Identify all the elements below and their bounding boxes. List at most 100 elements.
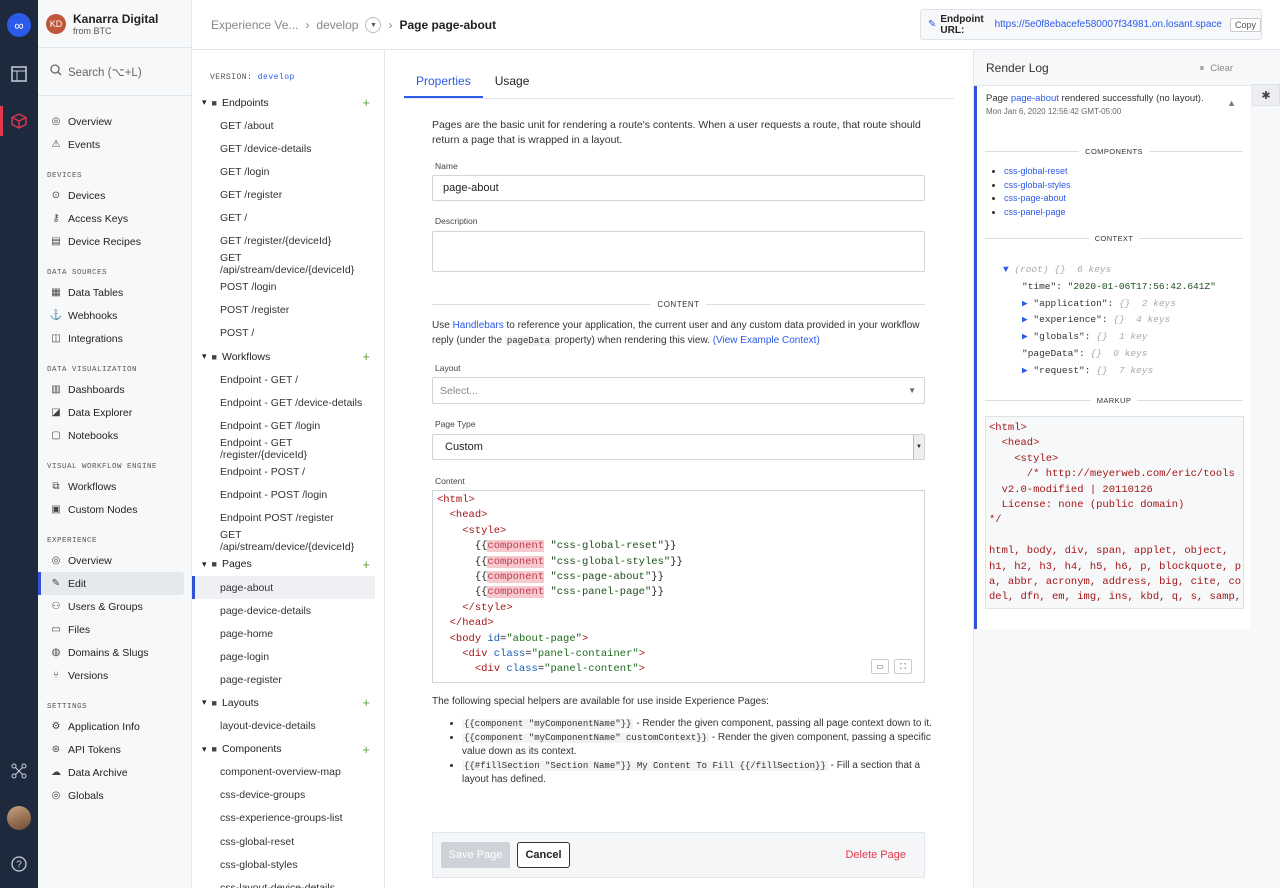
nav-item-overview[interactable]: ◎ Overview: [38, 549, 184, 572]
tree-item[interactable]: css-global-styles: [192, 853, 375, 876]
nav-item-data-archive[interactable]: ☁ Data Archive: [38, 761, 184, 784]
tree-item[interactable]: page-device-details: [192, 599, 375, 622]
collapse-icon[interactable]: ▲: [1227, 98, 1236, 108]
fullscreen-icon[interactable]: ⛶: [894, 659, 912, 674]
tree-item[interactable]: css-experience-groups-list: [192, 807, 375, 830]
nav-item-files[interactable]: ▭ Files: [38, 618, 184, 641]
tree-item[interactable]: GET /login: [192, 160, 375, 183]
tree-item[interactable]: POST /: [192, 322, 375, 345]
tree-folder-workflows[interactable]: ▾ ■ Workflows +: [192, 345, 384, 368]
dashboard-app-icon[interactable]: [0, 55, 38, 93]
component-link[interactable]: css-panel-page: [1004, 207, 1066, 217]
tree-folder-layouts[interactable]: ▾ ■ Layouts +: [192, 691, 384, 714]
tree-item[interactable]: POST /login: [192, 276, 375, 299]
delete-page-button[interactable]: Delete Page: [845, 849, 906, 861]
tree-item[interactable]: layout-device-details: [192, 715, 375, 738]
losant-logo-icon[interactable]: ∞: [0, 6, 38, 44]
add-icon[interactable]: +: [362, 742, 370, 757]
expand-arrow-icon[interactable]: ▶: [1022, 298, 1033, 309]
component-link[interactable]: css-global-reset: [1004, 166, 1068, 176]
expand-arrow-icon[interactable]: ▶: [1022, 331, 1033, 342]
nav-item-integrations[interactable]: ◫ Integrations: [38, 327, 184, 350]
component-link[interactable]: css-global-styles: [1004, 180, 1071, 190]
nav-item-globals[interactable]: ◎ Globals: [38, 784, 184, 807]
layout-select[interactable]: Select... ▼: [432, 377, 925, 404]
tree-item[interactable]: css-device-groups: [192, 784, 375, 807]
nav-item-application-info[interactable]: ⚙ Application Info: [38, 715, 184, 738]
nav-item-api-tokens[interactable]: ⊛ API Tokens: [38, 738, 184, 761]
tree-item[interactable]: POST /register: [192, 299, 375, 322]
description-textarea[interactable]: [432, 231, 925, 272]
tree-item[interactable]: GET /about: [192, 114, 375, 137]
nav-item-data-explorer[interactable]: ◪ Data Explorer: [38, 401, 184, 424]
tree-item[interactable]: GET /device-details: [192, 137, 375, 160]
component-link[interactable]: css-page-about: [1004, 193, 1066, 203]
caret-down-icon[interactable]: ▾: [202, 97, 207, 108]
expand-arrow-icon[interactable]: ▶: [1022, 365, 1033, 376]
context-row[interactable]: ▼ (root) {} 6 keys: [1003, 262, 1216, 279]
tree-item[interactable]: GET /api/stream/device/{deviceId}: [192, 252, 375, 276]
nav-item-webhooks[interactable]: ⚓ Webhooks: [38, 304, 184, 327]
copy-button[interactable]: Copy: [1229, 17, 1261, 32]
tree-item[interactable]: Endpoint POST /register: [192, 507, 375, 530]
nav-item-data-tables[interactable]: ▦ Data Tables: [38, 281, 184, 304]
nav-item-notebooks[interactable]: ▢ Notebooks: [38, 424, 184, 447]
caret-down-icon[interactable]: ▾: [202, 351, 207, 362]
tab-properties[interactable]: Properties: [404, 66, 483, 98]
tree-item[interactable]: Endpoint - GET /device-details: [192, 391, 375, 414]
nav-item-events[interactable]: ⚠ Events: [38, 133, 184, 156]
nav-item-users-groups[interactable]: ⚇ Users & Groups: [38, 595, 184, 618]
content-code-editor[interactable]: <html> <head> <style> {{component "css-g…: [432, 490, 925, 683]
add-icon[interactable]: +: [362, 95, 370, 110]
network-icon[interactable]: [0, 752, 38, 790]
tree-item[interactable]: GET /register/{deviceId}: [192, 230, 375, 253]
tree-folder-endpoints[interactable]: ▾ ■ Endpoints +: [192, 91, 384, 114]
name-input[interactable]: page-about: [432, 175, 925, 201]
tree-item[interactable]: Endpoint - GET /: [192, 368, 375, 391]
nav-item-custom-nodes[interactable]: ▣ Custom Nodes: [38, 498, 184, 521]
caret-down-icon[interactable]: ▾: [202, 697, 207, 708]
nav-item-devices[interactable]: ⊙ Devices: [38, 184, 184, 207]
nav-item-device-recipes[interactable]: ▤ Device Recipes: [38, 230, 184, 253]
application-cube-icon[interactable]: [0, 102, 38, 140]
tree-item[interactable]: css-global-reset: [192, 830, 375, 853]
nav-item-overview[interactable]: ◎ Overview: [38, 110, 184, 133]
expand-arrow-icon[interactable]: ▼: [1003, 264, 1014, 275]
help-icon[interactable]: ?: [0, 845, 38, 883]
page-type-select[interactable]: Custom ▼: [432, 434, 925, 460]
tree-folder-components[interactable]: ▾ ■ Components +: [192, 738, 384, 761]
nav-item-versions[interactable]: ⑂ Versions: [38, 664, 184, 687]
entry-page-link[interactable]: page-about: [1011, 93, 1059, 104]
add-icon[interactable]: +: [362, 695, 370, 710]
add-icon[interactable]: +: [362, 557, 370, 572]
tree-item[interactable]: GET /: [192, 206, 375, 229]
tree-folder-pages[interactable]: ▾ ■ Pages +: [192, 553, 384, 576]
version-value[interactable]: develop: [258, 73, 295, 82]
nav-item-edit[interactable]: ✎ Edit: [38, 572, 184, 595]
tree-item[interactable]: GET /register: [192, 183, 375, 206]
tree-item[interactable]: Endpoint - POST /login: [192, 484, 375, 507]
context-row[interactable]: ▶ "globals": {} 1 key: [1003, 329, 1216, 346]
branch-dropdown-icon[interactable]: ▼: [365, 17, 382, 33]
tree-item[interactable]: page-about: [192, 575, 375, 600]
tree-item[interactable]: css-layout-device-details: [192, 876, 375, 888]
context-row[interactable]: ▶ "application": {} 2 keys: [1003, 296, 1216, 313]
clear-log-button[interactable]: ⏸ Clear: [1200, 63, 1233, 74]
handlebars-link[interactable]: Handlebars: [453, 320, 504, 331]
view-example-context-link[interactable]: (View Example Context): [713, 335, 820, 346]
debug-bug-icon[interactable]: ✱: [1252, 84, 1280, 106]
context-row[interactable]: ▶ "request": {} 7 keys: [1003, 363, 1216, 380]
tree-item[interactable]: Endpoint - GET /register/{deviceId}: [192, 437, 375, 461]
tree-item[interactable]: page-register: [192, 668, 375, 691]
tree-item[interactable]: page-home: [192, 622, 375, 645]
folder-icon[interactable]: ▭: [871, 659, 889, 674]
pause-icon[interactable]: ⏸: [1200, 63, 1205, 74]
user-avatar[interactable]: [7, 806, 31, 830]
search-bar[interactable]: Search (⌥+L): [38, 48, 191, 96]
expand-arrow-icon[interactable]: ▶: [1022, 314, 1033, 325]
caret-down-icon[interactable]: ▾: [202, 559, 207, 570]
nav-item-domains-slugs[interactable]: ◍ Domains & Slugs: [38, 641, 184, 664]
tab-usage[interactable]: Usage: [483, 66, 542, 98]
caret-down-icon[interactable]: ▾: [202, 744, 207, 755]
tree-item[interactable]: Endpoint - GET /login: [192, 414, 375, 437]
